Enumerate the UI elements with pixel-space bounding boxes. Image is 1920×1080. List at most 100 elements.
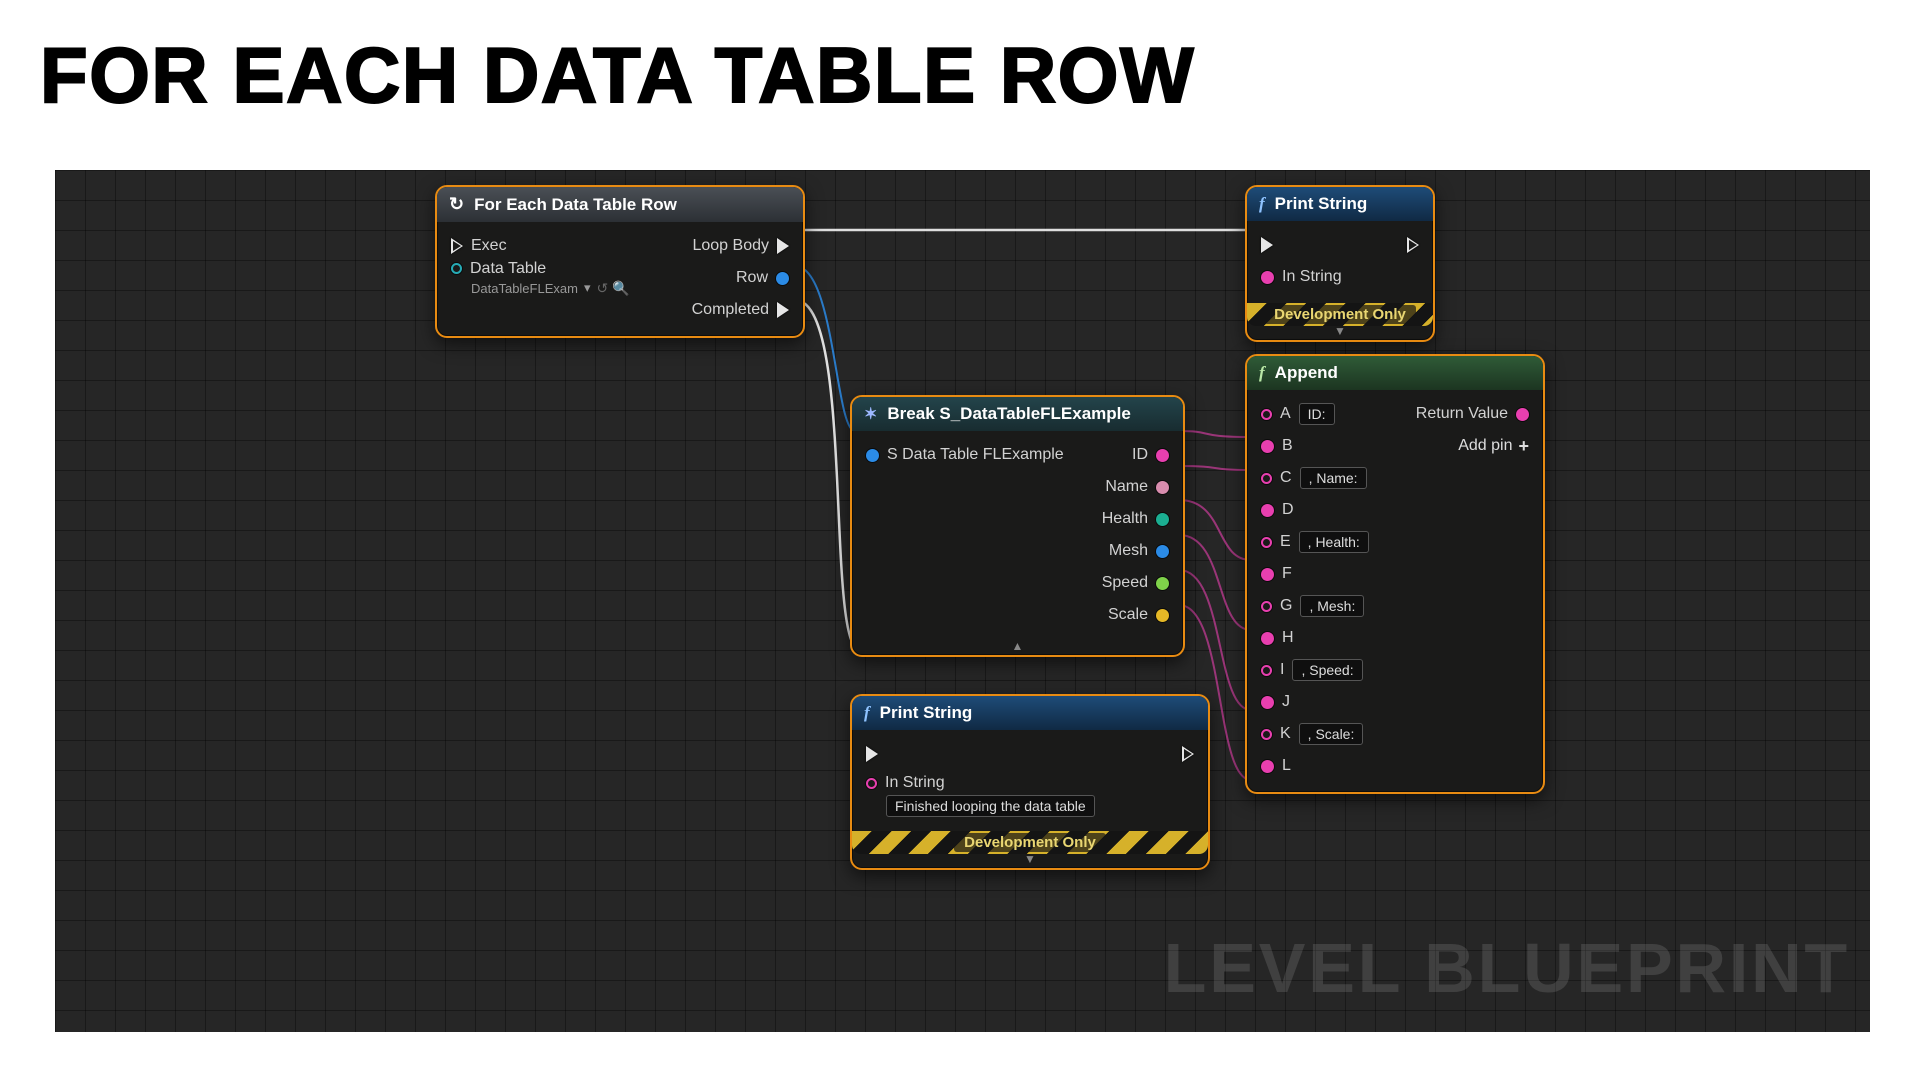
expand-arrow-icon[interactable]: ▼ [1247,326,1433,340]
pin-e-value[interactable]: , Health: [1299,531,1369,553]
break-title: Break S_DataTableFLExample [887,404,1130,424]
development-only-banner: Development Only [852,831,1208,854]
reset-icon[interactable]: ↺ [596,280,608,297]
text-pin-icon [1156,481,1169,494]
pin-c-label: C [1280,469,1292,487]
pin-in-string[interactable]: In String [1261,268,1342,286]
pin-f-label: F [1282,565,1292,583]
pin-i[interactable]: I , Speed: [1261,659,1363,681]
name-label: Name [1105,478,1148,496]
string-pin-icon [1261,665,1272,676]
exec-icon [1261,237,1273,253]
return-value-label: Return Value [1416,405,1508,423]
pin-data-table[interactable]: Data Table DataTableFLExam ▾ ↺🔍 [451,260,630,297]
browse-icon[interactable]: 🔍 [612,280,629,297]
vector-pin-icon [1156,609,1169,622]
in-string-label: In String [885,774,945,792]
pin-mesh[interactable]: Mesh [1109,542,1169,560]
function-icon: f [1259,363,1265,383]
pin-id[interactable]: ID [1132,446,1169,464]
node-foreach-title: For Each Data Table Row [474,195,677,215]
in-string-value[interactable]: Finished looping the data table [886,795,1095,817]
pin-g-value[interactable]: , Mesh: [1300,595,1364,617]
row-label: Row [736,269,768,287]
node-foreach[interactable]: ↻ For Each Data Table Row Exec Loop Body [435,185,805,338]
node-foreach-header[interactable]: ↻ For Each Data Table Row [437,187,803,222]
loop-icon: ↻ [449,194,464,215]
pin-struct-in[interactable]: S Data Table FLExample [866,446,1064,464]
string-pin-icon [1261,409,1272,420]
pin-a[interactable]: A ID: [1261,403,1335,425]
pin-d[interactable]: D [1261,501,1294,519]
pin-b[interactable]: B [1261,437,1293,455]
string-pin-icon [1261,729,1272,740]
string-pin-icon [1261,473,1272,484]
pin-g[interactable]: G , Mesh: [1261,595,1364,617]
string-pin-icon [866,778,877,789]
string-pin-icon [1261,271,1274,284]
pin-k[interactable]: K , Scale: [1261,723,1363,745]
exec-in-label: Exec [471,237,507,255]
pin-k-label: K [1280,725,1291,743]
node-print-string-bottom-header[interactable]: f Print String [852,696,1208,730]
node-print-string-top-header[interactable]: f Print String [1247,187,1433,221]
pin-l-label: L [1282,757,1291,775]
node-print-string-top[interactable]: f Print String In String Development Onl… [1245,185,1435,342]
pin-k-value[interactable]: , Scale: [1299,723,1364,745]
pin-loop-body[interactable]: Loop Body [692,237,789,255]
object-pin-icon [451,263,462,274]
id-label: ID [1132,446,1148,464]
add-pin-button[interactable]: Add pin + [1458,436,1529,457]
pin-c-value[interactable]: , Name: [1300,467,1367,489]
expand-arrow-icon[interactable]: ▲ [852,641,1183,655]
dropdown-icon[interactable]: ▾ [584,280,591,296]
pin-g-label: G [1280,597,1292,615]
pin-completed[interactable]: Completed [692,301,789,319]
node-break-header[interactable]: ✶ Break S_DataTableFLExample [852,397,1183,431]
pin-speed[interactable]: Speed [1102,574,1169,592]
blueprint-canvas[interactable]: ↻ For Each Data Table Row Exec Loop Body [55,170,1870,1032]
pin-l[interactable]: L [1261,757,1291,775]
pin-f[interactable]: F [1261,565,1292,583]
health-label: Health [1102,510,1148,528]
print-string-title: Print String [880,703,973,723]
pin-a-value[interactable]: ID: [1299,403,1335,425]
string-pin-icon [1261,440,1274,453]
pin-d-label: D [1282,501,1294,519]
string-pin-icon [1516,408,1529,421]
pin-health[interactable]: Health [1102,510,1169,528]
pin-b-label: B [1282,437,1293,455]
expand-arrow-icon[interactable]: ▼ [852,854,1208,868]
pin-return-value[interactable]: Return Value [1416,405,1529,423]
break-icon: ✶ [864,404,877,424]
pin-i-value[interactable]: , Speed: [1292,659,1362,681]
plus-icon: + [1518,436,1529,457]
pin-exec-in[interactable] [1261,237,1273,253]
node-break-struct[interactable]: ✶ Break S_DataTableFLExample S Data Tabl… [850,395,1185,657]
pin-h[interactable]: H [1261,629,1294,647]
pin-j[interactable]: J [1261,693,1290,711]
pin-i-label: I [1280,661,1284,679]
pin-name[interactable]: Name [1105,478,1169,496]
data-table-value[interactable]: DataTableFLExam [471,281,578,296]
pin-exec-in[interactable]: Exec [451,237,507,255]
pin-e[interactable]: E, Health: [1261,531,1369,553]
pin-c[interactable]: C , Name: [1261,467,1367,489]
pin-exec-in[interactable] [866,746,878,762]
pin-row[interactable]: Row [736,269,789,287]
node-append[interactable]: f Append A ID: Return Value B Add pin [1245,354,1545,794]
exec-icon [866,746,878,762]
string-pin-icon [1261,601,1272,612]
completed-label: Completed [692,301,769,319]
function-icon: f [1259,194,1265,214]
pin-j-label: J [1282,693,1290,711]
asset-tools[interactable]: ↺🔍 [596,280,629,297]
int-pin-icon [1156,513,1169,526]
pin-exec-out[interactable] [1407,237,1419,253]
pin-in-string[interactable]: In String Finished looping the data tabl… [866,774,1095,817]
node-print-string-bottom[interactable]: f Print String In String Finished loopin… [850,694,1210,870]
pin-exec-out[interactable] [1182,746,1194,762]
pin-scale[interactable]: Scale [1108,606,1169,624]
add-pin-label: Add pin [1458,437,1512,455]
node-append-header[interactable]: f Append [1247,356,1543,390]
